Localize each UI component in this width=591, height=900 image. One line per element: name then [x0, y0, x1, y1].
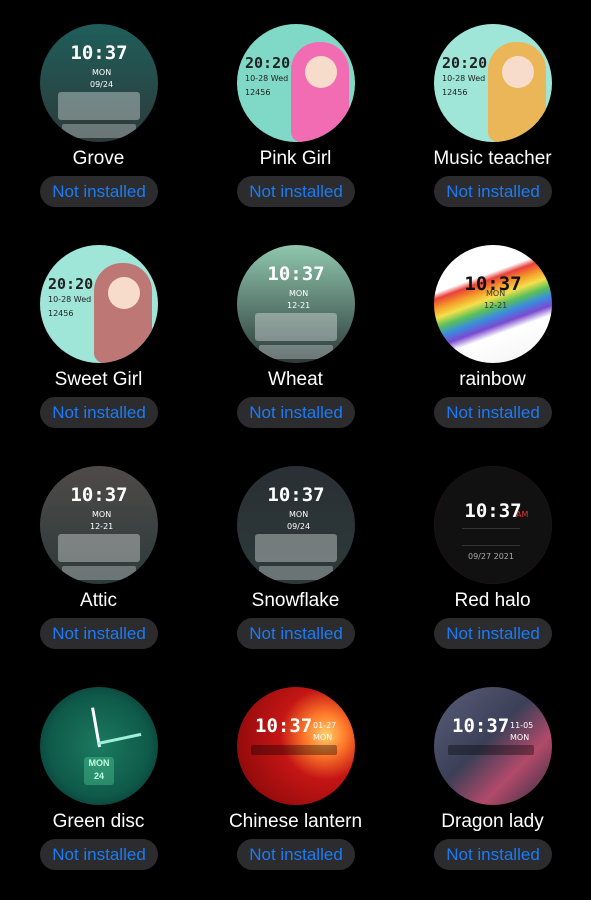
watch-face-item[interactable]: MON 24 Green disc Not installed	[0, 663, 197, 884]
character-face	[305, 56, 337, 88]
watch-face-item[interactable]: 10:37 01-27 MON Chinese lantern Not installe…	[197, 663, 394, 884]
watch-face-preview[interactable]: MON 24	[40, 687, 158, 805]
watch-face-name: Wheat	[268, 369, 323, 390]
install-status-button[interactable]: Not installed	[237, 618, 355, 649]
face-subtext: MON	[289, 510, 309, 519]
face-time: 10:37	[70, 484, 128, 506]
icons-panel	[62, 124, 136, 138]
watch-face-item[interactable]: 10:37 AM 09/27 2021 Red halo Not installed	[394, 442, 591, 663]
watch-face-name: Sweet Girl	[54, 369, 143, 390]
watch-face-preview[interactable]: 10:37 MON 09/24	[40, 24, 158, 142]
character-face	[502, 56, 534, 88]
watch-face-preview[interactable]: 10:37 11-05 MON	[434, 687, 552, 805]
watch-face-name: Snowflake	[251, 590, 340, 611]
watch-face-preview[interactable]: 10:37 01-27 MON	[237, 687, 355, 805]
face-date: 10-28 Wed	[48, 295, 92, 304]
stats-icons	[462, 528, 520, 546]
face-subtext: MON	[92, 68, 112, 77]
watch-face-item[interactable]: 20:20 10-28 Wed 12456 Sweet Girl Not install…	[0, 221, 197, 442]
stats-panel	[58, 92, 140, 120]
icons-panel	[259, 566, 333, 580]
face-subtext: 01-27	[313, 721, 337, 730]
watch-face-grid: 10:37 MON 09/24 Grove Not installed 20:20 10-2…	[0, 0, 591, 900]
face-time: 10:37	[464, 500, 522, 522]
watch-face-item[interactable]: 10:37 MON 09/24 Grove Not installed	[0, 0, 197, 221]
stats-row	[251, 745, 337, 755]
install-status-button[interactable]: Not installed	[40, 618, 158, 649]
face-subtext: MON	[289, 289, 309, 298]
install-status-button[interactable]: Not installed	[40, 397, 158, 428]
watch-face-preview[interactable]: 20:20 10-28 Wed 12456	[434, 24, 552, 142]
face-date: 12-21	[484, 301, 508, 310]
watch-face-name: rainbow	[459, 369, 526, 390]
date-box: MON 24	[84, 757, 114, 785]
watch-face-name: Chinese lantern	[228, 811, 363, 832]
watch-face-name: Green disc	[52, 811, 145, 832]
install-status-button[interactable]: Not installed	[434, 397, 552, 428]
watch-face-name: Pink Girl	[259, 148, 332, 169]
watch-face-preview[interactable]: 10:37 MON 12-21	[40, 466, 158, 584]
install-status-button[interactable]: Not installed	[434, 839, 552, 870]
face-time: 10:37	[267, 484, 325, 506]
face-time: 10:37	[70, 42, 128, 64]
watch-face-preview[interactable]: 20:20 10-28 Wed 12456	[237, 24, 355, 142]
watch-face-name: Dragon lady	[441, 811, 544, 832]
watch-face-name: Attic	[80, 590, 117, 611]
face-date: 10-28 Wed	[442, 74, 486, 83]
face-subtext: MON	[486, 289, 506, 298]
watch-face-item[interactable]: 10:37 MON 12-21 Wheat Not installed	[197, 221, 394, 442]
face-date: MON	[510, 733, 530, 742]
face-date: 10-28 Wed	[245, 74, 289, 83]
face-steps: 12456	[442, 88, 468, 97]
face-date: MON	[313, 733, 333, 742]
face-time: 10:37	[267, 263, 325, 285]
icons-panel	[259, 345, 333, 359]
face-time: 20:20	[442, 54, 488, 72]
install-status-button[interactable]: Not installed	[40, 176, 158, 207]
face-date: 12-21	[90, 522, 114, 531]
install-status-button[interactable]: Not installed	[434, 618, 552, 649]
watch-face-preview[interactable]: 10:37 MON 12-21	[237, 245, 355, 363]
install-status-button[interactable]: Not installed	[434, 176, 552, 207]
watch-face-name: Grove	[72, 148, 125, 169]
stats-row	[448, 745, 534, 755]
watch-face-preview[interactable]: 10:37 MON 12-21	[434, 245, 552, 363]
watch-face-item[interactable]: 10:37 MON 09/24 Snowflake Not installed	[197, 442, 394, 663]
stats-panel	[58, 534, 140, 562]
face-time: 20:20	[245, 54, 291, 72]
watch-face-item[interactable]: 10:37 MON 12-21 Attic Not installed	[0, 442, 197, 663]
watch-face-name: Red halo	[454, 590, 531, 611]
face-steps: 12456	[48, 309, 74, 318]
face-steps: 12456	[245, 88, 271, 97]
face-subtext: 11-05	[510, 721, 534, 730]
face-date: 09/24	[90, 80, 114, 89]
face-date: 24	[93, 771, 104, 781]
minute-hand	[97, 732, 142, 745]
install-status-button[interactable]: Not installed	[237, 397, 355, 428]
watch-face-preview[interactable]: 20:20 10-28 Wed 12456	[40, 245, 158, 363]
watch-face-name: Music teacher	[433, 148, 552, 169]
face-date: 12-21	[287, 301, 311, 310]
watch-face-item[interactable]: 20:20 10-28 Wed 12456 Music teacher Not inst…	[394, 0, 591, 221]
install-status-button[interactable]: Not installed	[237, 176, 355, 207]
watch-face-item[interactable]: 10:37 MON 12-21 rainbow Not installed	[394, 221, 591, 442]
stats-panel	[255, 313, 337, 341]
face-date: 09/27 2021	[468, 552, 514, 561]
watch-face-preview[interactable]: 10:37 AM 09/27 2021	[434, 466, 552, 584]
face-day: MON	[88, 758, 110, 768]
face-date: 09/24	[287, 522, 311, 531]
install-status-button[interactable]: Not installed	[237, 839, 355, 870]
watch-face-item[interactable]: 20:20 10-28 Wed 12456 Pink Girl Not installe…	[197, 0, 394, 221]
watch-face-item[interactable]: 10:37 11-05 MON Dragon lady Not installed	[394, 663, 591, 884]
icons-panel	[62, 566, 136, 580]
stats-panel	[255, 534, 337, 562]
watch-face-preview[interactable]: 10:37 MON 09/24	[237, 466, 355, 584]
face-time: 20:20	[48, 275, 94, 293]
install-status-button[interactable]: Not installed	[40, 839, 158, 870]
face-subtext: AM	[516, 510, 529, 519]
face-subtext: MON	[92, 510, 112, 519]
character-face	[108, 277, 140, 309]
